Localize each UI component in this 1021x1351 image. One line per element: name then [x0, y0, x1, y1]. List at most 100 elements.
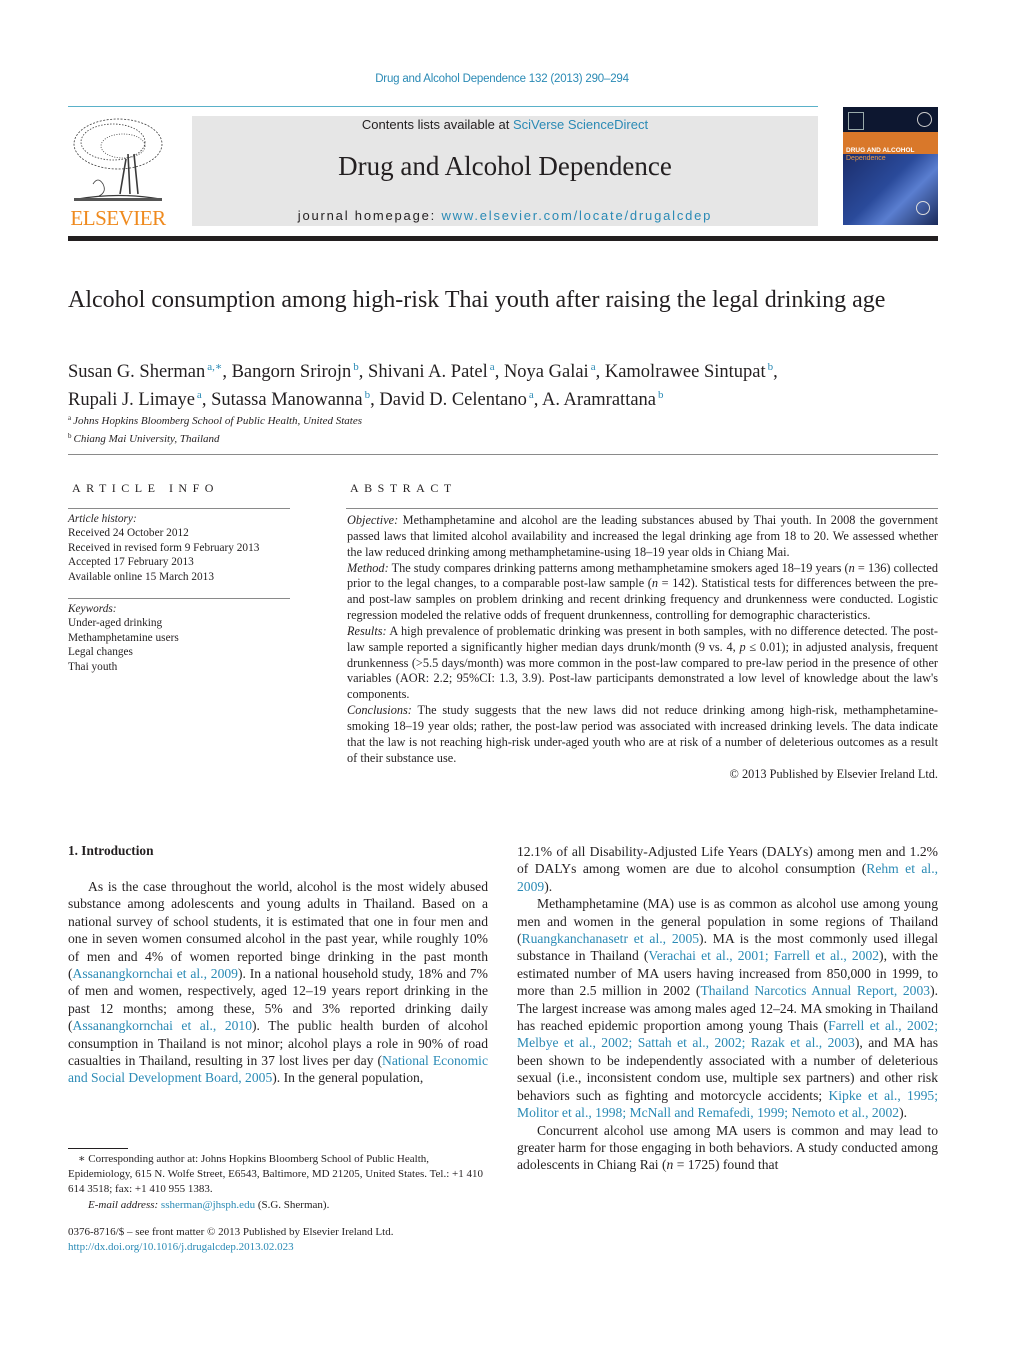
journal-name: Drug and Alcohol Dependence — [338, 151, 672, 181]
citation-link[interactable]: Assanangkornchai et al., 2009 — [73, 966, 238, 981]
author-name: Sutassa Manowanna — [211, 390, 363, 410]
intro-paragraph-1-continued: 12.1% of all Disability-Adjusted Life Ye… — [517, 843, 938, 895]
affiliation: a Johns Hopkins Bloomberg School of Publi… — [68, 411, 668, 429]
abstract-copyright: © 2013 Published by Elsevier Ireland Ltd… — [729, 766, 938, 781]
cover-seal-icon — [917, 112, 932, 127]
email-label: E-mail address: — [88, 1198, 159, 1211]
article-history: Article history: Received 24 October 201… — [68, 512, 293, 584]
divider — [68, 508, 290, 509]
history-item: Received 24 October 2012 — [68, 527, 189, 540]
cover-elsevier-mark-icon — [848, 112, 864, 130]
author-name: Kamolrawee Sintupat — [604, 362, 766, 382]
journal-homepage-link[interactable]: www.elsevier.com/locate/drugalcdep — [441, 208, 712, 223]
section-heading-introduction: 1. Introduction — [68, 843, 154, 858]
contents-prefix: Contents lists available at — [361, 117, 513, 132]
citation-link[interactable]: Verachai et al., 2001; Farrell et al., 2… — [648, 948, 879, 963]
header-thick-rule — [68, 236, 938, 241]
email-line: E-mail address: ssherman@jhsph.edu (S.G.… — [68, 1198, 488, 1213]
conclusions-label: Conclusions: — [347, 703, 412, 718]
affiliation-label: a — [68, 414, 72, 422]
text: ). — [544, 878, 553, 894]
conclusions-text: The study suggests that the new laws did… — [347, 703, 938, 765]
author-separator: , — [533, 390, 542, 410]
author-separator: , — [222, 362, 232, 382]
citation-link[interactable]: Ruangkanchanasetr et al., 2005 — [522, 931, 700, 946]
corresponding-author: ∗ Corresponding author at: Johns Hopkins… — [68, 1153, 483, 1196]
affiliation-text: Chiang Mai University, Thailand — [73, 433, 220, 445]
affiliation-label: b — [68, 432, 72, 440]
running-head-citation[interactable]: Drug and Alcohol Dependence 132 (2013) 2… — [0, 73, 1004, 85]
keywords-label: Keywords: — [68, 603, 117, 615]
method-label: Method: — [347, 560, 389, 575]
abstract-method: Method: The study compares drinking patt… — [347, 561, 938, 624]
affiliations: a Johns Hopkins Bloomberg School of Publi… — [68, 411, 668, 447]
author-name: Noya Galai — [503, 362, 589, 382]
objective-label: Objective: — [347, 513, 399, 527]
affiliation-text: Johns Hopkins Bloomberg School of Public… — [73, 415, 363, 427]
author-separator: , — [595, 362, 605, 382]
keyword: Under-aged drinking — [68, 617, 163, 630]
body-column-right: 12.1% of all Disability-Adjusted Life Ye… — [517, 843, 938, 1174]
footnote-rule — [68, 1148, 128, 1149]
keyword: Legal changes — [68, 646, 133, 659]
article-title: Alcohol consumption among high-risk Thai… — [68, 287, 886, 313]
author-name: Shivani A. Patel — [368, 362, 488, 382]
intro-paragraph-3: Concurrent alcohol use among MA users is… — [517, 1122, 938, 1174]
text: ). In the general population, — [272, 1070, 424, 1086]
author-name: Rupali J. Limaye — [68, 390, 195, 410]
keywords: Keywords: Under-aged drinking Methamphet… — [68, 602, 293, 674]
journal-homepage-line: journal homepage: www.elsevier.com/locat… — [192, 208, 818, 223]
issn-line: 0376-8716/$ – see front matter © 2013 Pu… — [68, 1226, 394, 1238]
cover-subtitle: Dependence — [846, 155, 886, 162]
email-suffix: (S.G. Sherman). — [255, 1198, 330, 1211]
body-column-left: As is the case throughout the world, alc… — [68, 878, 488, 1087]
elsevier-wordmark: ELSEVIER — [70, 206, 166, 230]
history-item: Accepted 17 February 2013 — [68, 556, 194, 569]
affiliation-marker[interactable]: b — [658, 389, 664, 401]
email-link[interactable]: ssherman@jhsph.edu — [161, 1199, 255, 1211]
author-name: David D. Celentano — [379, 390, 527, 410]
abstract-heading: ABSTRACT — [350, 481, 457, 495]
author-name: A. Aramrattana — [541, 390, 657, 410]
objective-text: Methamphetamine and alcohol are the lead… — [347, 513, 938, 559]
divider — [68, 454, 938, 455]
contents-line: Contents lists available at SciVerse Sci… — [192, 117, 818, 132]
citation-link[interactable]: Assanangkornchai et al., 2010 — [73, 1018, 252, 1033]
results-label: Results: — [347, 623, 387, 638]
abstract-objective: Objective: Methamphetamine and alcohol a… — [347, 513, 938, 561]
author-separator: , — [773, 362, 778, 382]
history-label: Article history: — [68, 513, 137, 525]
homepage-prefix: journal homepage: — [297, 208, 442, 223]
article-info-heading: ARTICLE INFO — [72, 481, 219, 495]
author-name: Susan G. Sherman — [68, 362, 206, 382]
keyword: Methamphetamine users — [68, 631, 179, 644]
cover-emblem-icon — [916, 201, 930, 215]
journal-cover-image: DRUG AND ALCOHOL Dependence — [843, 107, 938, 225]
doi-link[interactable]: http://dx.doi.org/10.1016/j.drugalcdep.2… — [68, 1241, 294, 1253]
affiliation-marker[interactable]: a,∗ — [207, 361, 222, 373]
author-list: Susan G. Sherman a,∗, Bangorn Srirojn b, S… — [68, 356, 938, 412]
author-name: Bangorn Srirojn — [231, 362, 352, 382]
header-rule — [68, 106, 818, 107]
method-text: The study compares drinking patterns amo… — [388, 560, 849, 575]
author-separator: , — [358, 362, 369, 382]
citation-link[interactable]: Thailand Narcotics Annual Report, 2003 — [700, 983, 930, 998]
text: ). — [899, 1105, 907, 1121]
abstract-results: Results: A high prevalence of problemati… — [347, 624, 938, 703]
intro-paragraph-1: As is the case throughout the world, alc… — [68, 878, 488, 1087]
intro-paragraph-2: Methamphetamine (MA) use is as common as… — [517, 895, 938, 1121]
history-item: Received in revised form 9 February 2013 — [68, 541, 260, 554]
divider — [346, 508, 938, 509]
corresponding-author-footnote: ∗ Corresponding author at: Johns Hopkins… — [68, 1152, 488, 1213]
abstract-conclusions: Conclusions: The study suggests that the… — [347, 703, 938, 766]
affiliation: b Chiang Mai University, Thailand — [68, 429, 668, 447]
sciencedirect-link[interactable]: SciVerse ScienceDirect — [513, 117, 648, 132]
cover-title: DRUG AND ALCOHOL — [846, 147, 915, 154]
keyword: Thai youth — [68, 660, 118, 673]
divider — [68, 598, 290, 599]
author-separator: , — [201, 390, 212, 410]
abstract-body: Objective: Methamphetamine and alcohol a… — [347, 513, 938, 782]
front-matter: 0376-8716/$ – see front matter © 2013 Pu… — [68, 1225, 488, 1255]
history-item: Available online 15 March 2013 — [68, 570, 214, 583]
author-separator: , — [494, 362, 504, 382]
